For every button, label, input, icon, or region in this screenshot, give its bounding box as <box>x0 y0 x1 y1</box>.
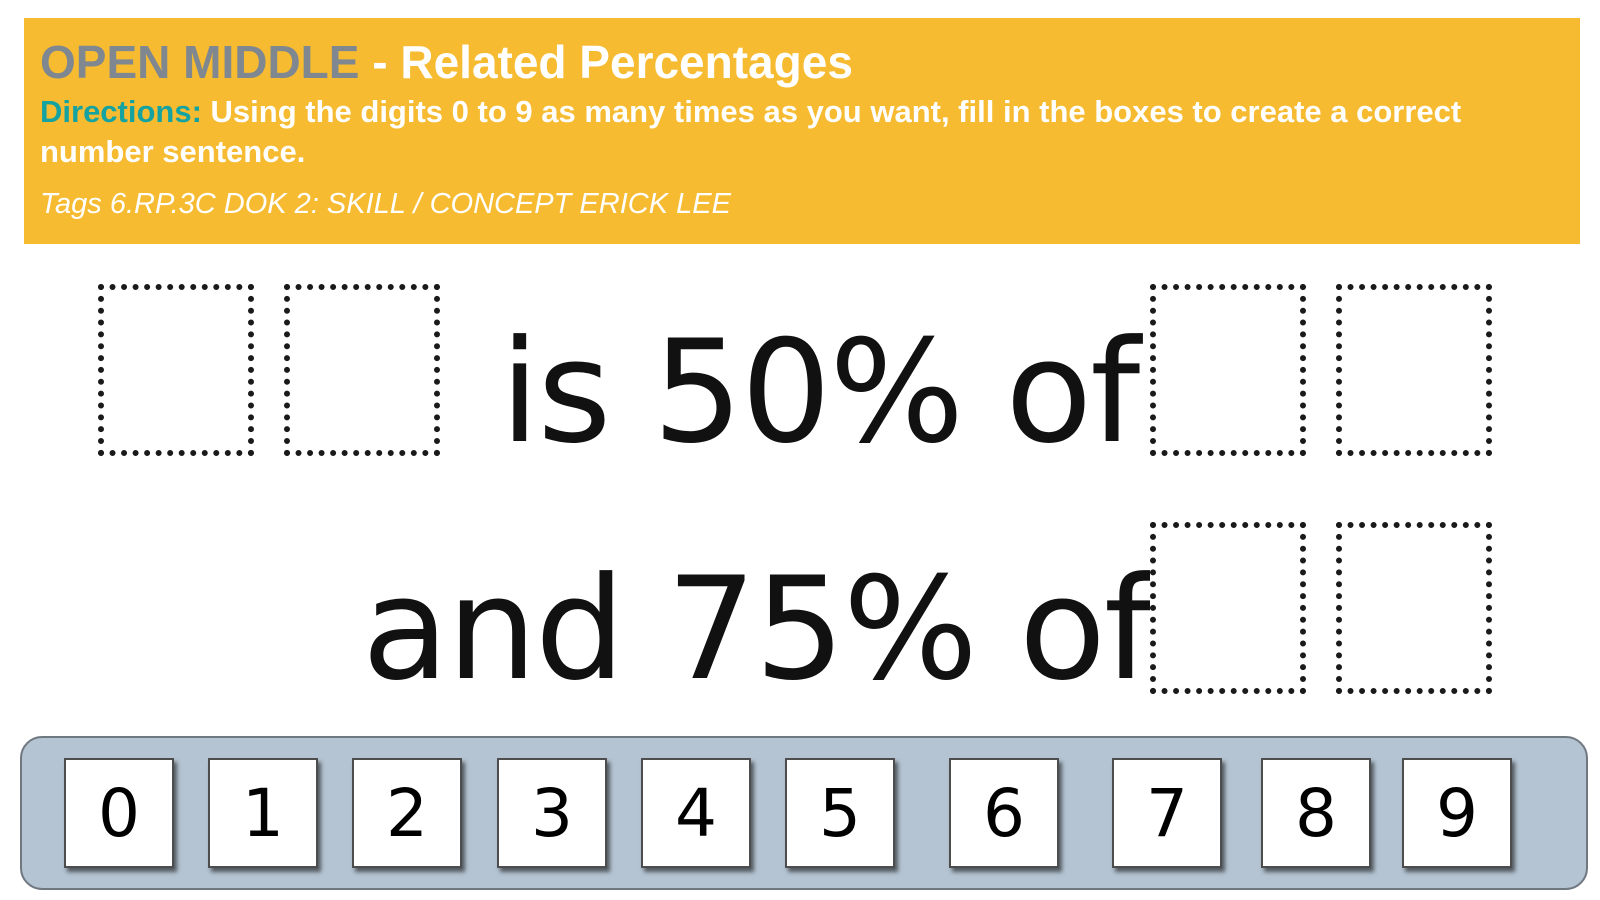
digit-tile-2[interactable]: 2 <box>352 758 462 868</box>
directions: Directions: Using the digits 0 to 9 as m… <box>40 92 1540 172</box>
digit-tile-8[interactable]: 8 <box>1261 758 1371 868</box>
digit-tile-9[interactable]: 9 <box>1402 758 1512 868</box>
digit-tile-5[interactable]: 5 <box>785 758 895 868</box>
answer-box-6[interactable] <box>1336 522 1492 694</box>
digit-tile-3[interactable]: 3 <box>497 758 607 868</box>
digit-tray: 0 1 2 3 4 5 6 7 8 9 <box>20 736 1588 890</box>
digit-tile-1[interactable]: 1 <box>208 758 318 868</box>
directions-text: Using the digits 0 to 9 as many times as… <box>40 94 1462 169</box>
title-separator: - <box>372 36 388 88</box>
answer-box-3[interactable] <box>1150 284 1306 456</box>
digit-tile-0[interactable]: 0 <box>64 758 174 868</box>
answer-box-1[interactable] <box>98 284 254 456</box>
digit-tile-6[interactable]: 6 <box>949 758 1059 868</box>
sentence-line-1: is 50% of <box>500 310 1140 475</box>
tags-line: Tags 6.RP.3C DOK 2: SKILL / CONCEPT ERIC… <box>40 188 731 220</box>
open-middle-slide: OPEN MIDDLE - Related Percentages Direct… <box>0 0 1600 900</box>
sentence-line-2: and 75% of <box>362 547 1154 712</box>
digit-tile-4[interactable]: 4 <box>641 758 751 868</box>
digit-tile-7[interactable]: 7 <box>1112 758 1222 868</box>
answer-box-2[interactable] <box>284 284 440 456</box>
answer-box-5[interactable] <box>1150 522 1306 694</box>
page-title: OPEN MIDDLE - Related Percentages <box>40 34 1564 90</box>
title-brand: OPEN MIDDLE <box>40 36 360 88</box>
title-text: Related Percentages <box>400 36 853 88</box>
directions-label: Directions: <box>40 94 202 129</box>
answer-box-4[interactable] <box>1336 284 1492 456</box>
header-banner: OPEN MIDDLE - Related Percentages Direct… <box>24 18 1580 244</box>
